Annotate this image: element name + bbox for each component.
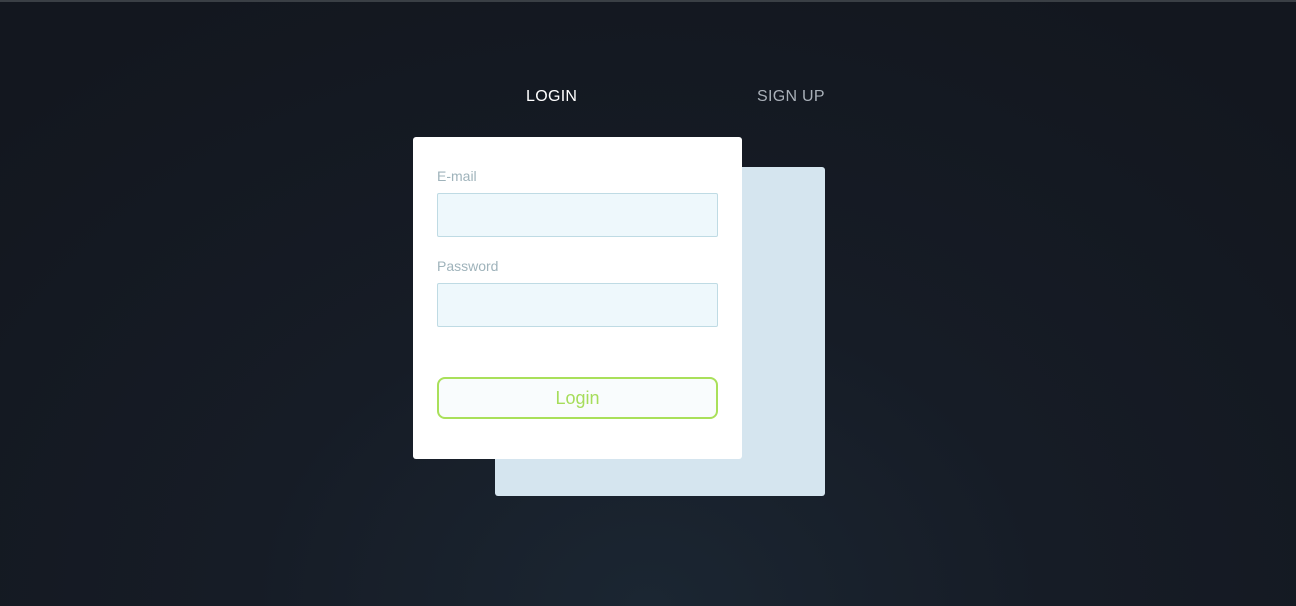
login-card: E-mail Password Login (413, 137, 742, 459)
tab-signup[interactable]: SIGN UP (757, 88, 825, 106)
email-label: E-mail (437, 168, 477, 184)
password-field[interactable] (437, 283, 718, 327)
tab-login[interactable]: LOGIN (526, 88, 577, 106)
top-border (0, 0, 1296, 2)
password-label: Password (437, 258, 499, 274)
login-button[interactable]: Login (437, 377, 718, 419)
email-field[interactable] (437, 193, 718, 237)
